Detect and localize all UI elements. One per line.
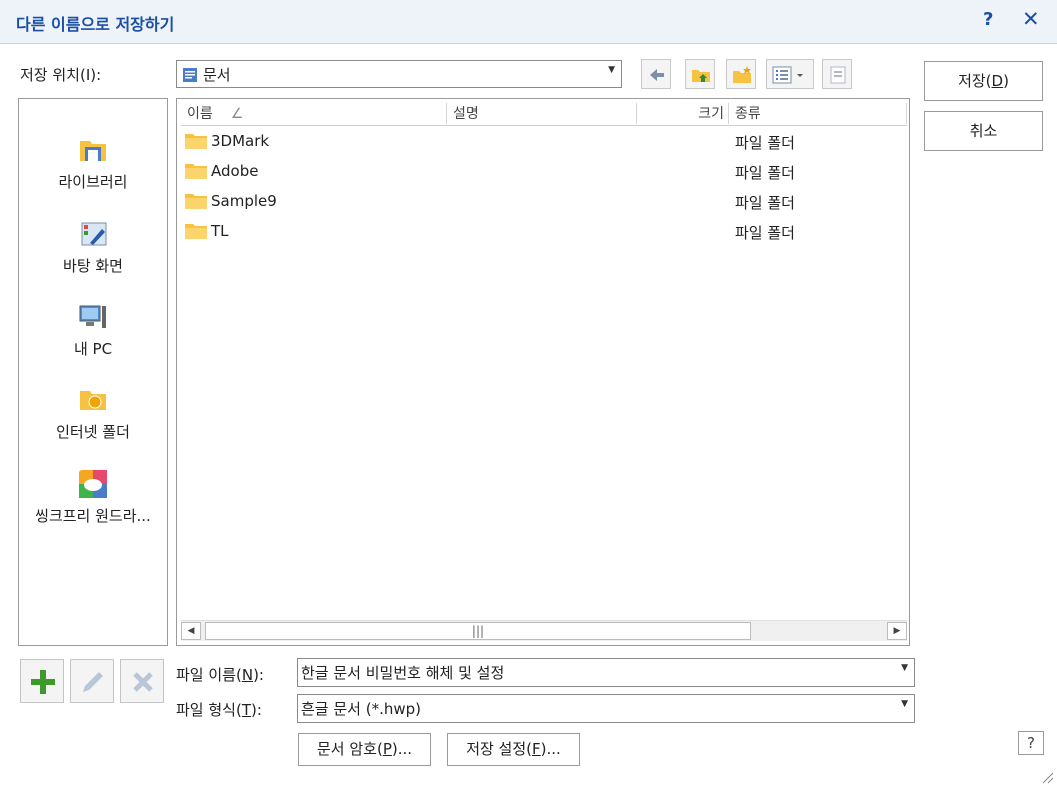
back-icon — [650, 69, 664, 81]
column-type[interactable]: 종류 — [729, 103, 907, 124]
internet-folder-icon — [80, 391, 106, 410]
location-select[interactable]: 문서 ▼ — [176, 60, 622, 88]
folder-icon — [185, 164, 207, 179]
new-folder-icon — [733, 66, 751, 83]
view-menu-icon — [772, 66, 803, 84]
folder-up-icon — [692, 70, 710, 82]
place-label: 씽크프리 원드라... — [35, 507, 151, 525]
password-key: P — [382, 740, 392, 758]
file-name: Adobe — [211, 162, 259, 180]
settings-label-end: )... — [540, 740, 561, 758]
filetype-value: 흔글 문서 (*.hwp) — [301, 700, 422, 718]
list-item[interactable]: TL 파일 폴더 — [177, 216, 907, 246]
password-label-end: )... — [391, 740, 413, 758]
computer-icon — [79, 305, 106, 328]
filetype-label-end: ): — [251, 701, 262, 719]
properties-icon — [830, 66, 846, 84]
place-thinkfree[interactable]: 씽크프리 원드라... — [19, 467, 167, 526]
settings-label: 저장 설정( — [466, 740, 533, 758]
column-name[interactable]: 이름 ∠ — [181, 103, 447, 124]
file-type: 파일 폴더 — [735, 134, 795, 152]
scroll-right-icon[interactable]: ▶ — [887, 622, 907, 640]
file-name: TL — [211, 222, 229, 240]
document-password-button[interactable]: 문서 암호(P)... — [298, 733, 431, 766]
scroll-left-icon[interactable]: ◀ — [181, 622, 201, 640]
resize-grip-icon[interactable] — [1040, 770, 1054, 784]
view-menu-button[interactable] — [766, 59, 814, 89]
cancel-button[interactable]: 취소 — [924, 111, 1043, 151]
file-type: 파일 폴더 — [735, 164, 795, 182]
save-key: D — [991, 72, 1004, 90]
dialog-title: 다른 이름으로 저장하기 — [16, 15, 175, 34]
filename-label-key: N — [241, 666, 254, 684]
document-folder-icon — [182, 67, 198, 87]
filename-value: 한글 문서 비밀번호 해체 및 설정 — [301, 664, 505, 682]
place-label: 인터넷 폴더 — [56, 423, 130, 441]
file-name: 3DMark — [211, 132, 270, 150]
places-panel: 라이브러리 바탕 화면 내 PC 인터넷 폴더 씽크프리 원드라... — [18, 98, 168, 646]
save-button[interactable]: 저장(D) — [924, 61, 1043, 101]
settings-key: F — [532, 740, 541, 758]
properties-button[interactable] — [822, 59, 852, 89]
column-header: 이름 ∠ 설명 크기 종류 — [181, 103, 907, 126]
place-desktop[interactable]: 바탕 화면 — [19, 217, 167, 276]
folder-icon — [185, 134, 207, 149]
filename-label-text: 파일 이름( — [176, 666, 242, 684]
place-library[interactable]: 라이브러리 — [19, 133, 167, 192]
place-my-pc[interactable]: 내 PC — [19, 300, 167, 359]
filetype-select[interactable]: 흔글 문서 (*.hwp) ▼ — [297, 694, 915, 723]
back-button[interactable] — [641, 59, 671, 89]
file-name: Sample9 — [211, 192, 277, 210]
new-folder-button[interactable] — [726, 59, 756, 89]
location-label: 저장 위치(I): — [20, 66, 102, 84]
chevron-down-icon: ▼ — [901, 663, 908, 673]
column-name-label: 이름 — [187, 106, 213, 122]
folder-up-button[interactable] — [685, 59, 715, 89]
pencil-icon — [83, 672, 103, 692]
help-button[interactable]: ? — [1018, 731, 1044, 755]
folder-icon — [185, 224, 207, 239]
file-list: 이름 ∠ 설명 크기 종류 3DMark 파일 폴더 Adobe 파일 폴더 Sa… — [176, 98, 910, 646]
list-item[interactable]: Sample9 파일 폴더 — [177, 186, 907, 216]
file-type: 파일 폴더 — [735, 194, 795, 212]
filename-input[interactable]: 한글 문서 비밀번호 해체 및 설정 ▼ — [297, 658, 915, 687]
thinkfree-icon — [79, 470, 107, 498]
column-size[interactable]: 크기 — [637, 103, 729, 124]
list-item[interactable]: Adobe 파일 폴더 — [177, 156, 907, 186]
folder-icon — [185, 194, 207, 209]
title-bar: 다른 이름으로 저장하기 ? ✕ — [0, 0, 1057, 44]
plus-icon — [31, 670, 55, 694]
library-icon — [80, 141, 106, 161]
chevron-down-icon: ▼ — [608, 65, 615, 75]
add-place-button[interactable] — [20, 659, 64, 703]
chevron-down-icon: ▼ — [901, 699, 908, 709]
remove-place-button[interactable] — [120, 659, 164, 703]
edit-place-button[interactable] — [70, 659, 114, 703]
delete-icon — [133, 672, 153, 692]
sort-indicator-icon: ∠ — [230, 106, 244, 122]
desktop-icon — [81, 222, 107, 246]
help-icon[interactable]: ? — [983, 9, 993, 30]
save-label-end: ) — [1003, 72, 1009, 90]
place-label: 라이브러리 — [58, 173, 128, 191]
save-settings-button[interactable]: 저장 설정(F)... — [447, 733, 580, 766]
password-label: 문서 암호( — [316, 740, 383, 758]
filetype-label: 파일 형식(T): — [176, 699, 262, 720]
horizontal-scrollbar[interactable]: ◀ ||| ▶ — [181, 620, 907, 641]
list-item[interactable]: 3DMark 파일 폴더 — [177, 126, 907, 156]
filetype-label-text: 파일 형식( — [176, 701, 242, 719]
place-label: 바탕 화면 — [63, 257, 123, 275]
filetype-label-key: T — [241, 701, 251, 719]
scroll-thumb[interactable]: ||| — [205, 622, 751, 640]
place-internet-folder[interactable]: 인터넷 폴더 — [19, 383, 167, 442]
location-value: 문서 — [203, 66, 231, 84]
close-icon[interactable]: ✕ — [1022, 7, 1040, 31]
place-label: 내 PC — [73, 340, 113, 358]
column-description[interactable]: 설명 — [447, 103, 637, 124]
filename-label: 파일 이름(N): — [176, 664, 264, 685]
file-type: 파일 폴더 — [735, 224, 795, 242]
save-label: 저장( — [958, 72, 992, 90]
filename-label-end: ): — [253, 666, 264, 684]
